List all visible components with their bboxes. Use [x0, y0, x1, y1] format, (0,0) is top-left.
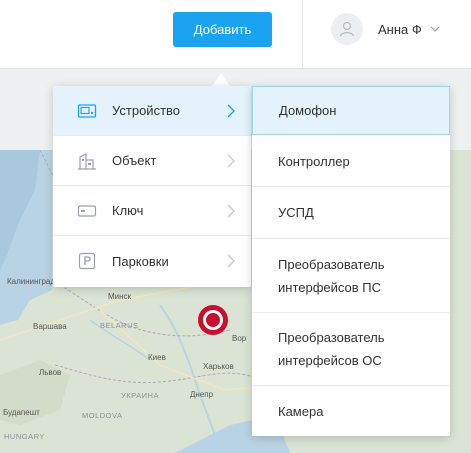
- submenu-item-converter-os[interactable]: Преобразователь интерфейсов ОС: [252, 313, 450, 386]
- chevron-right-icon: [227, 104, 235, 117]
- map-label-lviv: Львов: [39, 368, 62, 377]
- chevron-right-icon: [227, 204, 235, 217]
- menu-caret: [212, 73, 230, 86]
- map-label-kharkiv: Харьков: [203, 362, 234, 371]
- add-button[interactable]: Добавить: [173, 12, 272, 47]
- menu-item-label: Объект: [112, 153, 157, 168]
- parking-icon: [77, 251, 97, 271]
- map-label-ukraine: УКРАИНА: [121, 391, 159, 400]
- user-menu[interactable]: Анна Ф: [331, 13, 440, 45]
- map-label-belarus: BELARUS: [100, 321, 139, 330]
- menu-item-parking[interactable]: Парковки: [53, 236, 251, 286]
- map-label-hungary: HUNGARY: [4, 432, 45, 441]
- device-type-submenu: Домофон Контроллер УСПД Преобразователь …: [252, 86, 450, 436]
- map-label-kaliningrad: Калининград: [7, 277, 56, 286]
- submenu-item-uspd[interactable]: УСПД: [252, 187, 450, 239]
- header-divider: [302, 0, 303, 69]
- map-label-moldova: MOLDOVA: [82, 411, 123, 420]
- menu-item-key[interactable]: Ключ: [53, 186, 251, 236]
- submenu-item-intercom[interactable]: Домофон: [252, 86, 450, 135]
- user-name: Анна Ф: [378, 21, 422, 37]
- submenu-item-converter-ps[interactable]: Преобразователь интерфейсов ПС: [252, 239, 450, 313]
- menu-item-label: Ключ: [112, 203, 144, 218]
- map-label-minsk: Минск: [108, 292, 132, 301]
- menu-item-label: Парковки: [112, 253, 169, 269]
- device-icon: [77, 101, 97, 121]
- map-label-kyiv: Киев: [148, 353, 166, 362]
- submenu-item-controller[interactable]: Контроллер: [252, 136, 450, 187]
- add-category-menu: Устройство Объект Ключ Парковки: [53, 86, 251, 287]
- menu-item-object[interactable]: Объект: [53, 136, 251, 186]
- submenu-item-camera[interactable]: Камера: [252, 386, 450, 436]
- top-bar: Добавить Анна Ф: [0, 0, 471, 69]
- map-label-dnipro: Днепр: [190, 390, 214, 399]
- menu-item-device[interactable]: Устройство: [53, 86, 251, 136]
- map-label-budapest: Будапешт: [3, 408, 40, 417]
- menu-item-label: Устройство: [112, 103, 181, 118]
- key-card-icon: [77, 201, 97, 221]
- map-label-vor: Вор: [232, 334, 247, 343]
- chevron-down-icon: [430, 26, 440, 32]
- chevron-right-icon: [227, 154, 235, 167]
- map-label-warsaw: Варшава: [33, 322, 67, 331]
- chevron-right-icon: [227, 254, 235, 268]
- building-icon: [77, 151, 97, 171]
- user-avatar-icon: [331, 13, 363, 45]
